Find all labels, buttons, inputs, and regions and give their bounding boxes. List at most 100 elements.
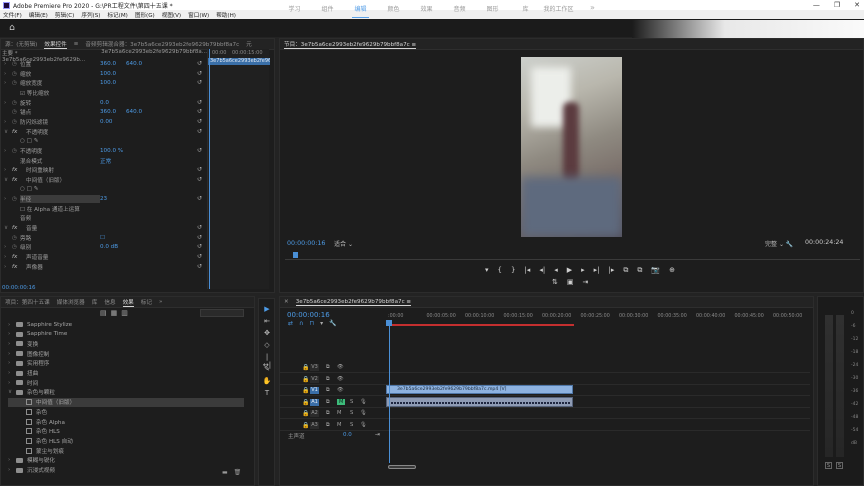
selection-tool-icon[interactable]: ▶ <box>262 305 272 313</box>
menu-graphics[interactable]: 图形(G) <box>135 11 155 19</box>
twirl-icon[interactable]: › <box>4 196 12 202</box>
program-timecode[interactable]: 00:00:00:16 <box>287 240 325 247</box>
tab-workspace-6[interactable]: 图形 <box>476 4 509 13</box>
lock-icon[interactable]: 🔒 <box>302 399 309 406</box>
timeline-scrollbar[interactable] <box>384 464 809 470</box>
tab-project-3[interactable]: 信息 <box>104 298 115 306</box>
tab-project-4[interactable]: 效果 <box>122 298 134 307</box>
timeline-scroll-thumb[interactable] <box>388 465 416 469</box>
property-value[interactable]: 100.0 <box>100 71 126 77</box>
reset-icon[interactable]: ↺ <box>197 118 202 125</box>
effect-property-row[interactable]: ∨ fx 中间值（旧版） <box>4 176 204 184</box>
audio-clip[interactable] <box>386 397 573 407</box>
tab-workspace-4[interactable]: 效果 <box>410 4 443 13</box>
chevron-right-icon[interactable]: › <box>8 331 16 337</box>
reset-icon[interactable]: ↺ <box>197 70 202 77</box>
twirl-icon[interactable]: ∨ <box>4 129 12 135</box>
chevron-right-icon[interactable]: › <box>8 370 16 376</box>
reset-icon[interactable]: ↺ <box>197 99 202 106</box>
effect-property-row[interactable]: › ◷ 旋转 0.0 <box>4 99 204 107</box>
panel-menu-icon[interactable]: ≡ <box>74 41 79 47</box>
menu-view[interactable]: 视图(V) <box>162 11 181 19</box>
program-video-frame[interactable] <box>521 57 622 237</box>
menu-sequence[interactable]: 序列(S) <box>81 11 100 19</box>
close-icon[interactable]: ✕ <box>854 1 860 9</box>
trash-icon[interactable]: 🗑 <box>234 469 242 476</box>
chevron-down-icon[interactable]: ∨ <box>8 389 16 395</box>
stopwatch-icon[interactable]: ◷ <box>12 244 20 250</box>
effect-property-row[interactable]: ☐ 在 Alpha 通道上运算 <box>4 205 204 213</box>
close-tab-icon[interactable]: ✕ <box>284 299 289 305</box>
sync-lock-icon[interactable]: ⧉ <box>326 376 330 383</box>
chevron-right-icon[interactable]: › <box>8 351 16 357</box>
solo-icon[interactable]: S <box>350 410 353 416</box>
pen-tool-icon[interactable]: ✎ <box>262 365 272 373</box>
property-value[interactable]: 正常 <box>100 157 126 165</box>
snap-icon[interactable]: ∩ <box>299 320 303 327</box>
tab-workspace-3[interactable]: 颜色 <box>377 4 410 13</box>
list-view-icon[interactable]: ▤ <box>100 309 107 317</box>
effects-search-input[interactable] <box>200 309 244 317</box>
sync-lock-icon[interactable]: ⧉ <box>326 422 330 429</box>
track-name[interactable]: A3 <box>310 421 319 429</box>
stopwatch-icon[interactable]: ◷ <box>12 109 20 115</box>
transport-icon[interactable]: ▸ <box>581 266 585 275</box>
effect-property-row[interactable]: ☑ 等比缩放 <box>4 89 204 97</box>
transport-icon[interactable]: ▶ <box>567 266 572 275</box>
reset-icon[interactable]: ↺ <box>197 263 202 270</box>
workspace-more-icon[interactable]: » <box>590 3 595 12</box>
reset-icon[interactable]: ↺ <box>197 166 202 173</box>
reset-icon[interactable]: ↺ <box>197 253 202 260</box>
hand-tool-icon[interactable]: ✋ <box>262 377 272 385</box>
transport-extra-icon[interactable]: ⇅ <box>552 278 558 286</box>
fx-badge-icon[interactable]: fx <box>12 167 26 173</box>
effect-property-row[interactable]: › fx 声道音量 <box>4 253 204 261</box>
sync-lock-icon[interactable]: ⧉ <box>326 399 330 406</box>
list-item[interactable]: 杂色 <box>8 407 47 416</box>
stopwatch-icon[interactable]: ◷ <box>12 196 20 202</box>
property-value[interactable]: 360.0 <box>100 109 126 115</box>
eye-icon[interactable]: 👁 <box>337 376 344 382</box>
mute-icon[interactable]: M <box>337 398 346 405</box>
tab-effect-controls[interactable]: 效果控件 <box>44 40 67 49</box>
tab-project-6[interactable]: » <box>159 299 162 305</box>
tab-project-1[interactable]: 媒体浏览器 <box>57 298 85 306</box>
twirl-icon[interactable]: › <box>4 167 12 173</box>
wrench-icon[interactable]: 🔧 <box>786 241 793 248</box>
twirl-icon[interactable]: › <box>4 244 12 250</box>
chevron-right-icon[interactable]: › <box>8 380 16 386</box>
timeline-playhead[interactable] <box>386 320 392 326</box>
menu-help[interactable]: 帮助(H) <box>216 11 236 19</box>
mic-icon[interactable]: 🎙 <box>360 422 367 428</box>
sync-lock-icon[interactable]: ⧉ <box>326 387 330 394</box>
list-item[interactable]: 中间值（旧版） <box>8 397 244 407</box>
list-item[interactable]: 杂色 HLS <box>8 427 60 436</box>
effect-property-row[interactable]: › fx 声像器 <box>4 263 204 271</box>
reset-icon[interactable]: ↺ <box>197 60 202 67</box>
minimize-icon[interactable]: — <box>813 1 820 9</box>
timeline-settings-icon[interactable]: 🔧 <box>329 320 336 327</box>
track-name[interactable]: V3 <box>310 364 319 371</box>
fx-badge-icon[interactable]: fx <box>12 129 26 135</box>
menu-marker[interactable]: 标记(M) <box>107 11 127 19</box>
effect-property-row[interactable]: ◷ 旁路 ☐ <box>4 234 204 242</box>
home-icon[interactable]: ⌂ <box>0 23 24 33</box>
list-item[interactable]: › 图像控制 <box>8 349 49 358</box>
transport-icon[interactable]: |▸ <box>609 266 615 275</box>
tab-metadata[interactable]: 元 <box>246 40 252 48</box>
chevron-right-icon[interactable]: › <box>8 341 16 347</box>
solo-icon[interactable]: S <box>350 399 353 405</box>
list-item[interactable]: 杂色 Alpha <box>8 417 65 426</box>
list-item[interactable]: › 实用程序 <box>8 359 49 368</box>
tab-workspace-5[interactable]: 音频 <box>443 4 476 13</box>
solo-left-button[interactable]: S <box>825 462 832 469</box>
track-name[interactable]: V2 <box>310 375 319 383</box>
grid-view-icon[interactable]: ▦ <box>111 309 118 317</box>
mute-icon[interactable]: M <box>337 422 341 428</box>
sync-lock-icon[interactable]: ⧉ <box>326 410 330 417</box>
tab-source[interactable]: 源：(无剪辑) <box>5 40 37 48</box>
reset-icon[interactable]: ↺ <box>197 79 202 86</box>
transport-icon[interactable]: ⧉ <box>623 266 628 275</box>
stopwatch-icon[interactable]: ◷ <box>12 148 20 154</box>
list-item[interactable]: › Sapphire Time <box>8 330 67 339</box>
